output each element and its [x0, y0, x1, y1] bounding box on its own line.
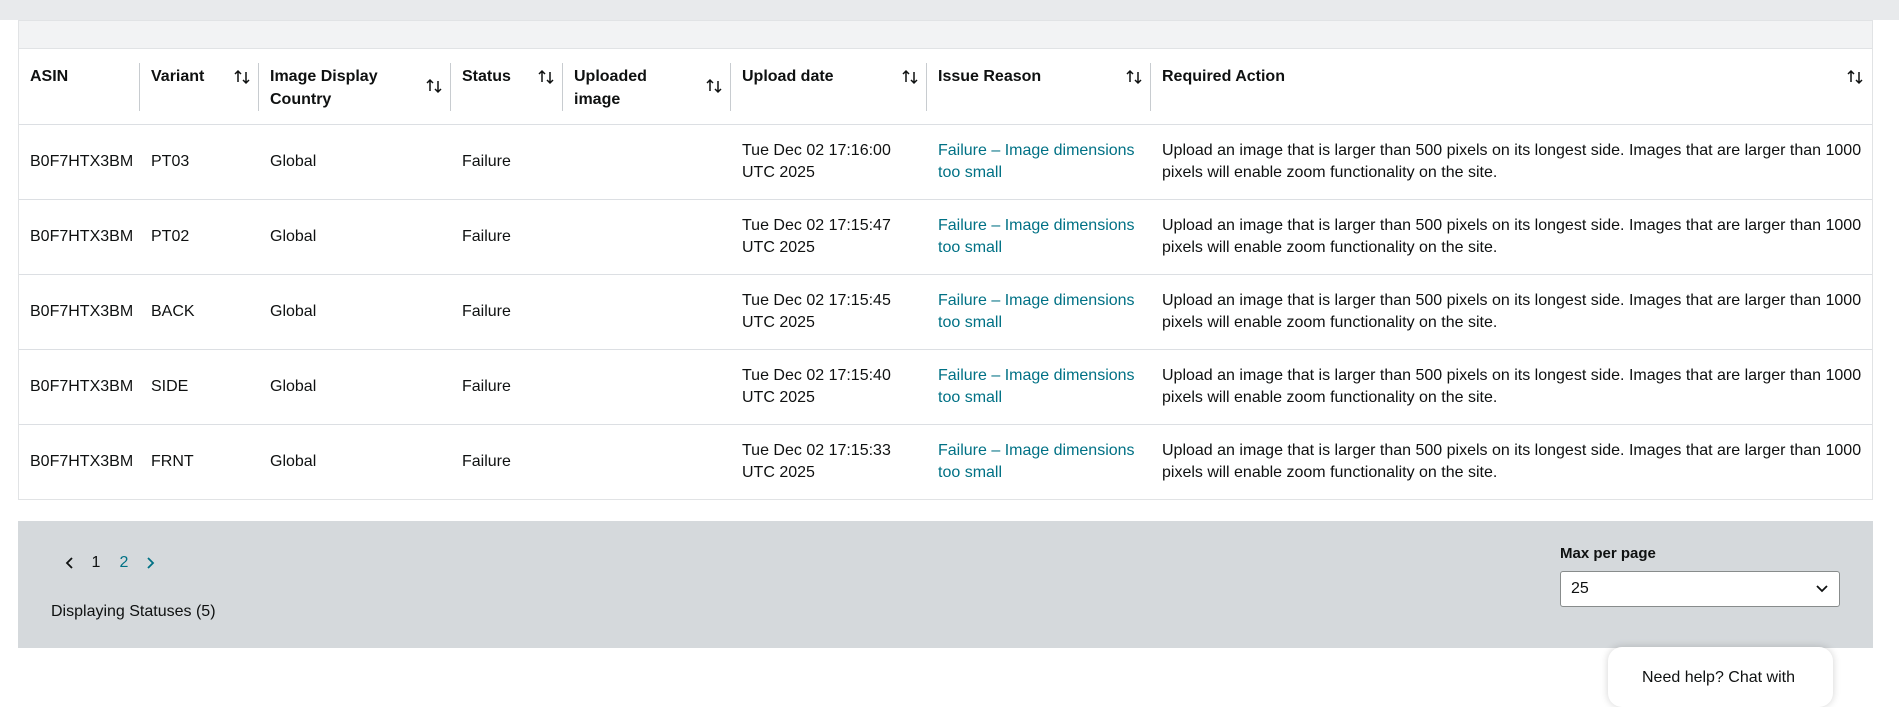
- cell-issue-reason-link[interactable]: Failure – Image dimensions too small: [927, 199, 1151, 275]
- page-top-band: [0, 0, 1899, 20]
- image-status-table: ASIN Variant Image Display Country Statu…: [19, 49, 1872, 499]
- column-header-required-action[interactable]: Required Action: [1151, 49, 1872, 125]
- previous-page-button[interactable]: [58, 551, 82, 575]
- column-header-upload-date[interactable]: Upload date: [731, 49, 927, 125]
- table-row: B0F7HTX3BM PT02 Global Failure Tue Dec 0…: [19, 199, 1872, 275]
- sort-icon[interactable]: [425, 77, 443, 95]
- cell-uploaded-image: [563, 349, 731, 425]
- cell-required-action: Upload an image that is larger than 500 …: [1151, 124, 1872, 200]
- cell-variant: PT03: [140, 124, 259, 200]
- cell-issue-reason-link[interactable]: Failure – Image dimensions too small: [927, 124, 1151, 200]
- cell-issue-reason-link[interactable]: Failure – Image dimensions too small: [927, 274, 1151, 350]
- pagination: 1 2: [58, 551, 162, 575]
- cell-upload-date: Tue Dec 02 17:15:45 UTC 2025: [731, 274, 927, 350]
- cell-country: Global: [259, 124, 451, 200]
- table-row: B0F7HTX3BM FRNT Global Failure Tue Dec 0…: [19, 424, 1872, 499]
- table-footer: 1 2 Displaying Statuses (5) Max per page…: [18, 521, 1873, 648]
- cell-status: Failure: [451, 274, 563, 350]
- cell-uploaded-image: [563, 124, 731, 200]
- next-page-button[interactable]: [138, 551, 162, 575]
- cell-status: Failure: [451, 349, 563, 425]
- cell-status: Failure: [451, 124, 563, 200]
- cell-variant: FRNT: [151, 452, 194, 470]
- cell-required-action: Upload an image that is larger than 500 …: [1151, 274, 1872, 350]
- column-header-label: ASIN: [30, 68, 69, 85]
- cell-asin: B0F7HTX3BM: [19, 124, 140, 200]
- cell-uploaded-image: [563, 274, 731, 350]
- cell-status: Failure: [462, 452, 511, 470]
- column-header-image-display-country[interactable]: Image Display Country: [259, 49, 451, 125]
- max-per-page-value: 25: [1571, 580, 1589, 597]
- chevron-down-icon: [1816, 585, 1828, 593]
- image-status-table-container: ASIN Variant Image Display Country Statu…: [18, 20, 1873, 500]
- cell-country: Global: [259, 349, 451, 425]
- column-header-status[interactable]: Status: [451, 49, 563, 125]
- cell-upload-date: Tue Dec 02 17:16:00 UTC 2025: [731, 124, 927, 200]
- column-header-label: Image Display Country: [270, 68, 378, 108]
- cell-asin: B0F7HTX3BM: [19, 274, 140, 350]
- sort-icon[interactable]: [901, 68, 919, 86]
- table-top-bar: [19, 21, 1872, 49]
- cell-required-action: Upload an image that is larger than 500 …: [1151, 199, 1872, 275]
- cell-issue-reason-link[interactable]: Failure – Image dimensions too small: [927, 349, 1151, 425]
- cell-upload-date: Tue Dec 02 17:15:33 UTC 2025: [742, 441, 891, 481]
- column-header-asin: ASIN: [19, 49, 140, 125]
- cell-variant: PT02: [140, 199, 259, 275]
- table-row: B0F7HTX3BM SIDE Global Failure Tue Dec 0…: [19, 349, 1872, 425]
- cell-country: Global: [270, 452, 317, 470]
- sort-icon[interactable]: [1125, 68, 1143, 86]
- max-per-page-select[interactable]: 25: [1560, 571, 1840, 607]
- cell-country: Global: [259, 199, 451, 275]
- cell-variant: BACK: [140, 274, 259, 350]
- page-2-button[interactable]: 2: [110, 554, 138, 572]
- column-header-variant[interactable]: Variant: [140, 49, 259, 125]
- displaying-count-text: Displaying Statuses (5): [51, 603, 216, 620]
- cell-issue-reason-link[interactable]: Failure – Image dimensions too small: [927, 424, 1151, 499]
- chevron-left-icon: [65, 557, 73, 569]
- sort-icon[interactable]: [537, 68, 555, 86]
- cell-upload-date: Tue Dec 02 17:15:47 UTC 2025: [731, 199, 927, 275]
- cell-asin: B0F7HTX3BM: [19, 199, 140, 275]
- cell-uploaded-image: [563, 199, 731, 275]
- cell-asin: B0F7HTX3BM: [30, 452, 134, 470]
- cell-variant: SIDE: [140, 349, 259, 425]
- column-header-label: Required Action: [1162, 68, 1285, 85]
- sort-icon[interactable]: [1846, 68, 1864, 86]
- cell-required-action: Upload an image that is larger than 500 …: [1162, 441, 1862, 481]
- page-1-button[interactable]: 1: [82, 554, 110, 572]
- table-row: B0F7HTX3BM PT03 Global Failure Tue Dec 0…: [19, 124, 1872, 200]
- table-header-row: ASIN Variant Image Display Country Statu…: [19, 49, 1872, 125]
- cell-uploaded-image: [563, 424, 731, 499]
- cell-required-action: Upload an image that is larger than 500 …: [1151, 349, 1872, 425]
- cell-status: Failure: [451, 199, 563, 275]
- cell-country: Global: [259, 274, 451, 350]
- chevron-right-icon: [147, 557, 155, 569]
- table-row: B0F7HTX3BM BACK Global Failure Tue Dec 0…: [19, 274, 1872, 350]
- max-per-page-label: Max per page: [1560, 545, 1656, 562]
- column-header-issue-reason[interactable]: Issue Reason: [927, 49, 1151, 125]
- cell-asin: B0F7HTX3BM: [19, 349, 140, 425]
- column-header-label: Issue Reason: [938, 68, 1042, 85]
- cell-upload-date: Tue Dec 02 17:15:40 UTC 2025: [731, 349, 927, 425]
- help-chat-widget[interactable]: Need help? Chat with: [1608, 647, 1833, 707]
- sort-icon[interactable]: [705, 77, 723, 95]
- column-header-label: Upload date: [742, 68, 834, 85]
- sort-icon[interactable]: [233, 68, 251, 86]
- column-header-uploaded-image[interactable]: Uploaded image: [563, 49, 731, 125]
- column-header-label: Uploaded image: [574, 68, 647, 108]
